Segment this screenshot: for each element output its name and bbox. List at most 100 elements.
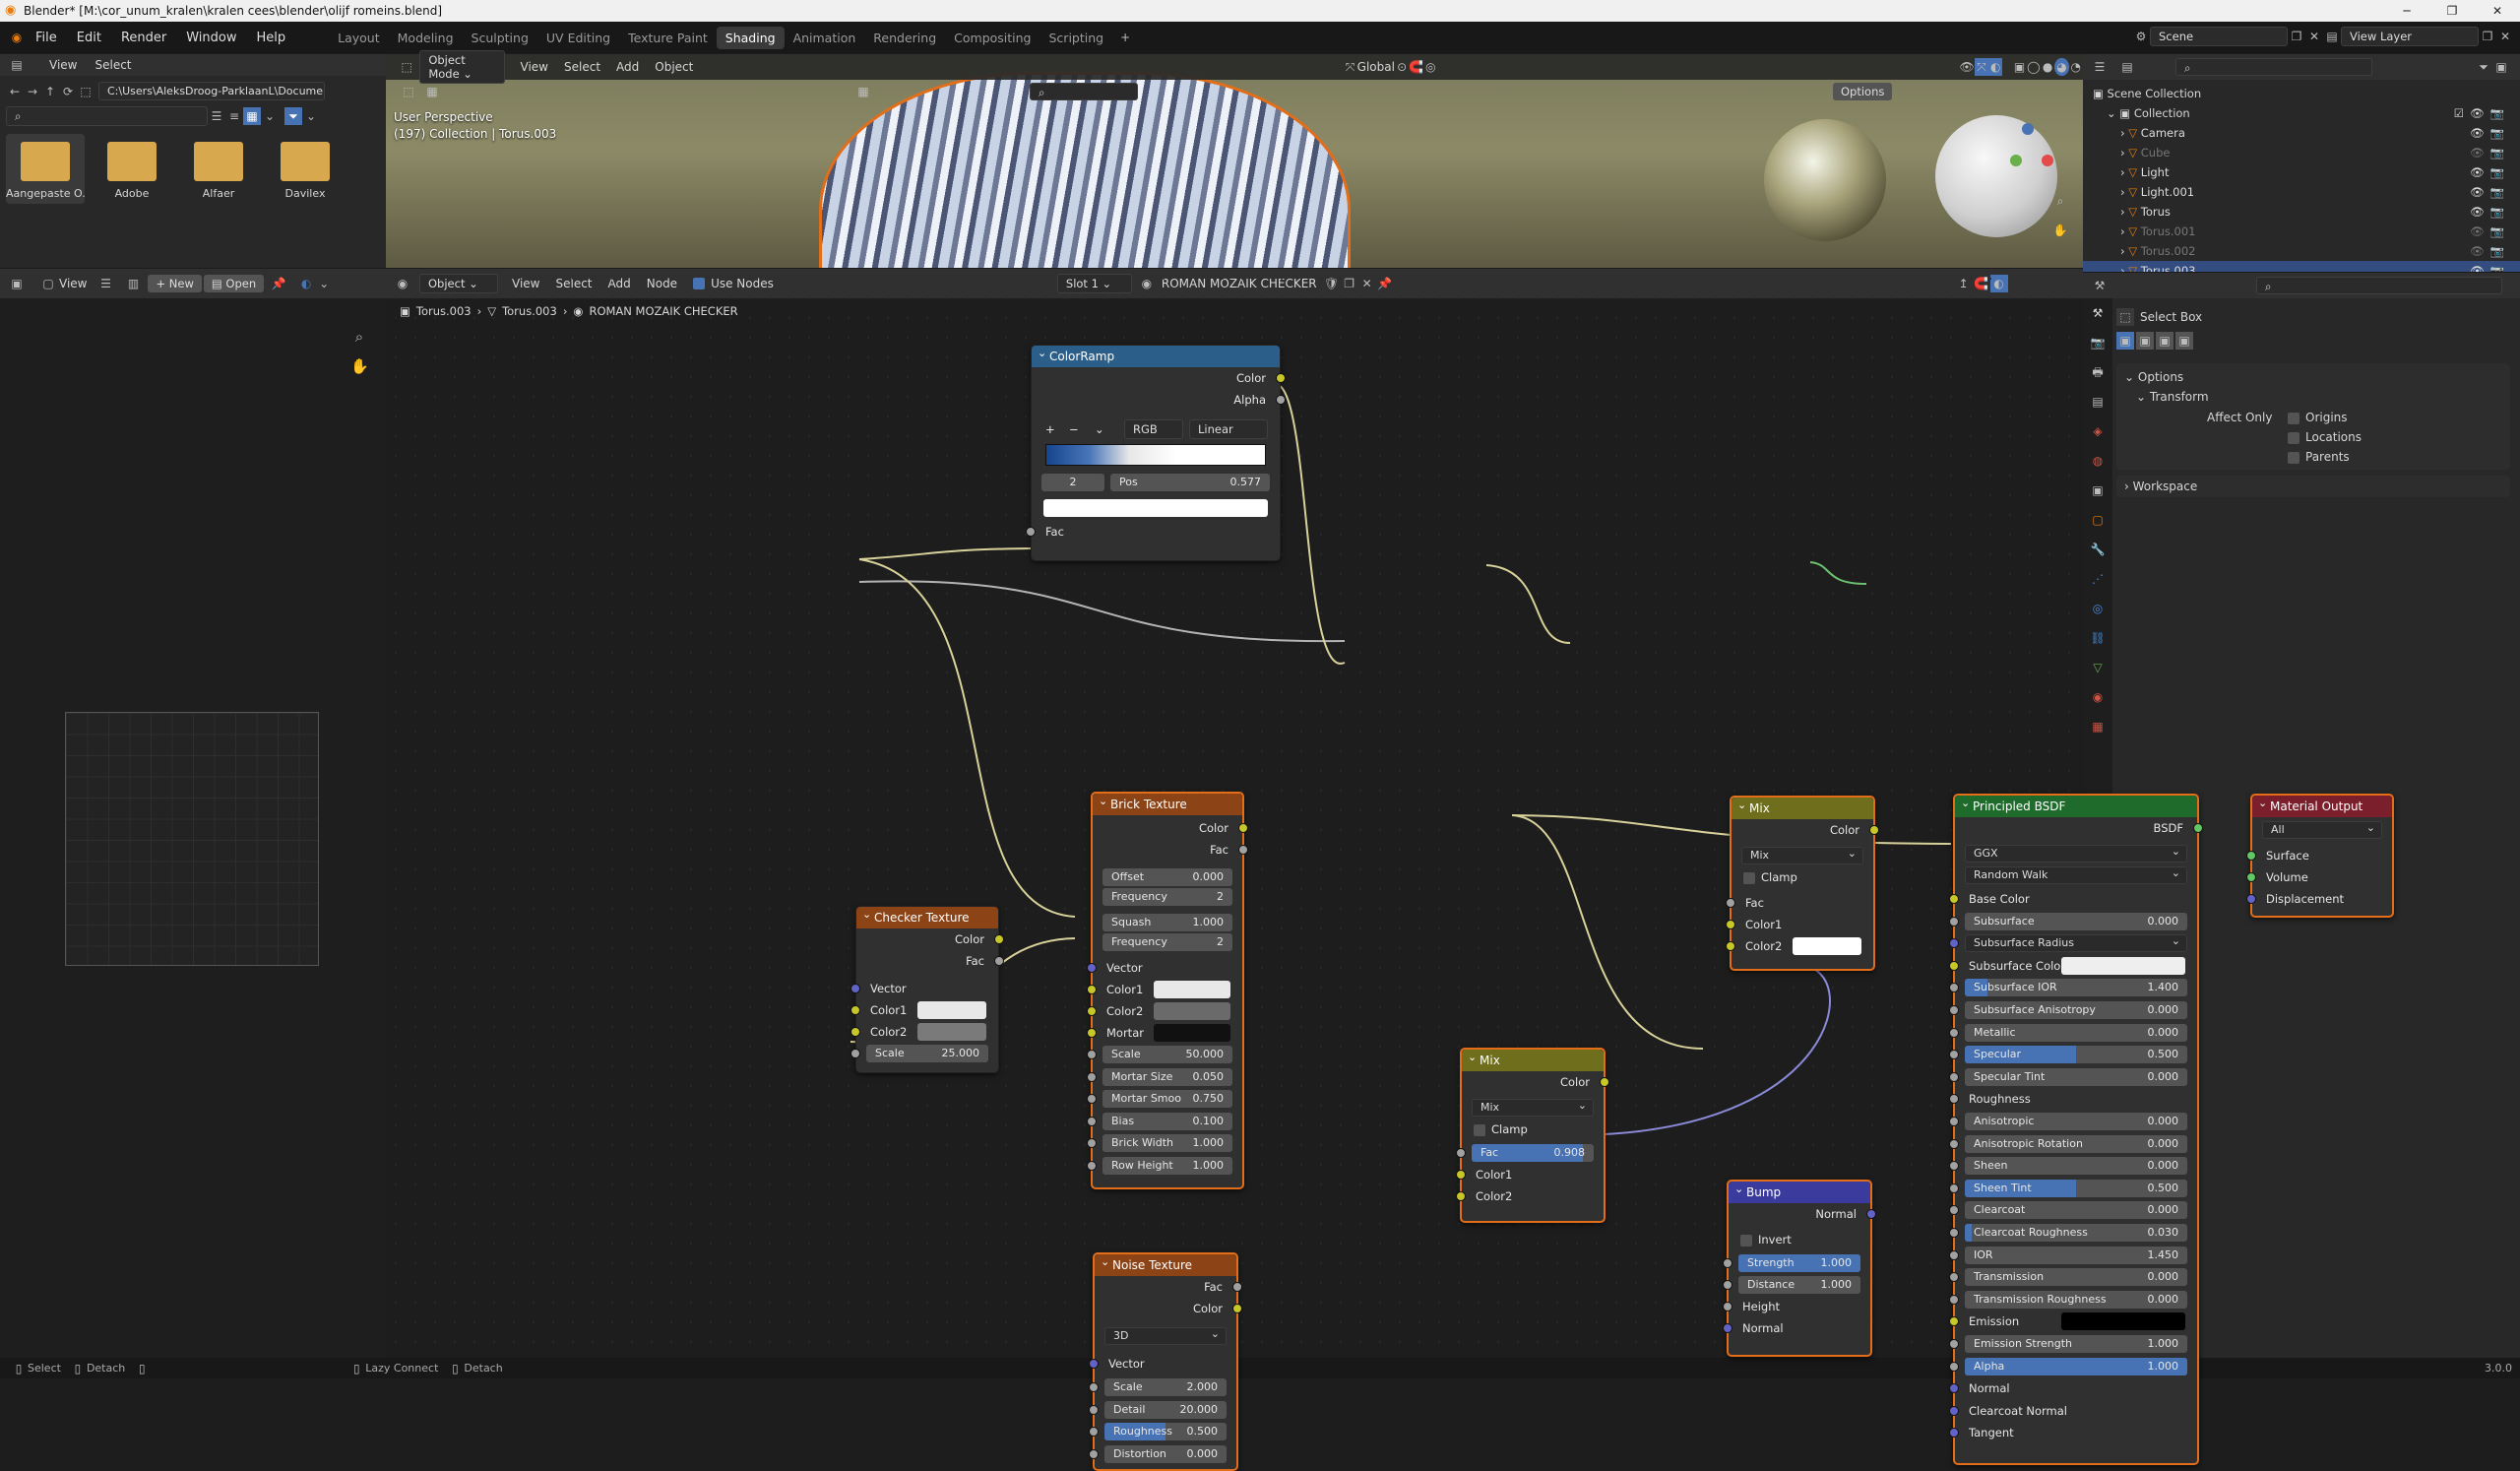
stop-color-swatch[interactable]: [1043, 499, 1268, 517]
outliner-item[interactable]: › ▽ Light.001 👁📷: [2083, 182, 2520, 202]
stop-index-field[interactable]: 2: [1041, 474, 1104, 491]
color-swatch[interactable]: [1793, 937, 1861, 955]
checker-texture-node-header[interactable]: Checker Texture: [856, 904, 998, 928]
options-button[interactable]: Options: [1833, 83, 1893, 100]
socket[interactable]: [850, 1049, 860, 1058]
particles-tab-icon[interactable]: ⋰: [2089, 570, 2107, 588]
delete-icon[interactable]: ✕: [2496, 28, 2514, 45]
bump-invert-checkbox[interactable]: [1740, 1234, 1752, 1247]
socket[interactable]: [1949, 1228, 1959, 1238]
outliner-item[interactable]: › ▽ Cube 👁📷: [2083, 143, 2520, 162]
refresh-icon[interactable]: ⟳: [59, 83, 77, 100]
locations-checkbox[interactable]: [2288, 431, 2300, 444]
workspace-panel[interactable]: › Workspace: [2116, 476, 2510, 497]
properties-search-input[interactable]: ⌕: [2256, 277, 2502, 294]
bsdf-value-field[interactable]: Metallic 0.000: [1965, 1023, 2187, 1042]
socket[interactable]: [994, 934, 1004, 944]
socket[interactable]: [1726, 920, 1735, 929]
collection-row[interactable]: ⌄ ▣ Collection ☑👁📷: [2083, 103, 2520, 123]
tab-texture-paint[interactable]: Texture Paint: [619, 27, 717, 49]
colorramp-node[interactable]: ColorRamp Color Alpha +−⌄ RGB Linear 2 Pos 0.577…: [1026, 343, 1286, 561]
transform-subpanel-header[interactable]: ⌄ Transform: [2124, 387, 2502, 407]
open-image-button[interactable]: ▤ Open: [203, 275, 265, 292]
origins-option[interactable]: Origins: [2288, 411, 2348, 424]
copy-icon[interactable]: ❐: [2479, 28, 2496, 45]
color-swatch[interactable]: [1154, 981, 1230, 998]
brick-param-field[interactable]: Bias 0.100: [1102, 1112, 1232, 1130]
socket[interactable]: [1949, 960, 1959, 971]
folder-item[interactable]: Alfaer: [179, 134, 258, 204]
socket[interactable]: [1087, 1160, 1097, 1171]
socket[interactable]: [1089, 1448, 1099, 1459]
socket[interactable]: [1087, 1028, 1097, 1038]
snap-icon[interactable]: 🧲: [1409, 58, 1423, 76]
forward-icon[interactable]: →: [24, 83, 41, 100]
tab-modeling[interactable]: Modeling: [389, 27, 463, 49]
socket[interactable]: [1600, 1077, 1609, 1087]
socket[interactable]: [2246, 872, 2256, 882]
brick-texture-node-header[interactable]: Brick Texture: [1093, 791, 1242, 815]
zoom-icon[interactable]: ⌕: [2051, 192, 2069, 210]
bsdf-value-field[interactable]: Specular 0.500: [1965, 1046, 2187, 1064]
socket[interactable]: [1949, 1339, 1959, 1349]
socket[interactable]: [1276, 395, 1286, 405]
outliner-item[interactable]: › ▽ Torus 👁📷: [2083, 202, 2520, 222]
node-editor[interactable]: ◉ Object ⌄ View Select Add Node Use Node…: [386, 268, 2394, 1471]
view-layer-name[interactable]: View Layer: [2341, 27, 2479, 46]
output-target-select[interactable]: All: [2262, 820, 2382, 839]
bsdf-value-field[interactable]: Transmission Roughness 0.000: [1965, 1290, 2187, 1309]
socket[interactable]: [1456, 1148, 1466, 1158]
socket[interactable]: [1087, 1050, 1097, 1059]
socket[interactable]: [850, 1027, 860, 1037]
menu-object[interactable]: Object: [655, 60, 693, 74]
tab-scripting[interactable]: Scripting: [1040, 27, 1113, 49]
bsdf-value-field[interactable]: Subsurface Anisotropy 0.000: [1965, 1001, 2187, 1019]
bsdf-value-field[interactable]: Specular Tint 0.000: [1965, 1067, 2187, 1086]
socket[interactable]: [1949, 1249, 1959, 1260]
socket[interactable]: [1089, 1427, 1099, 1437]
socket[interactable]: [1087, 1138, 1097, 1148]
chevron-right-icon[interactable]: ›: [2120, 146, 2125, 160]
stop-pos-field[interactable]: Pos 0.577: [1110, 474, 1270, 491]
socket[interactable]: [1726, 941, 1735, 951]
mix1-blend-select[interactable]: Mix: [1741, 846, 1863, 864]
visibility-icon[interactable]: 👁: [1960, 58, 1975, 76]
visibility-toggles[interactable]: 👁📷: [2470, 143, 2510, 162]
visibility-toggles[interactable]: 👁📷: [2470, 202, 2510, 222]
brick-param-field[interactable]: Mortar Size 0.050: [1102, 1067, 1232, 1086]
menu-render[interactable]: Render: [121, 31, 166, 45]
visibility-toggles[interactable]: 👁📷: [2470, 162, 2510, 182]
checker-scale-field[interactable]: Scale 25.000: [866, 1045, 988, 1062]
visibility-toggles[interactable]: 👁📷: [2470, 182, 2510, 202]
hamburger-icon[interactable]: ☰: [96, 275, 114, 292]
socket[interactable]: [1949, 1405, 1959, 1416]
mix1-clamp-checkbox[interactable]: [1743, 871, 1755, 884]
gizmo-icon[interactable]: ⤧: [1974, 58, 1989, 76]
collection-toggles[interactable]: ☑👁📷: [2454, 103, 2510, 123]
material-shading-icon[interactable]: ◕: [2054, 58, 2069, 76]
minimize-icon[interactable]: ─: [2384, 0, 2429, 22]
bsdf-value-field[interactable]: Sheen 0.000: [1965, 1157, 2187, 1176]
noise-param-field[interactable]: Scale 2.000: [1104, 1378, 1227, 1396]
menu-help[interactable]: Help: [257, 31, 286, 45]
folder-item[interactable]: Davilex: [266, 134, 345, 204]
solid-shading-icon[interactable]: ●: [2041, 58, 2054, 76]
close-icon[interactable]: ✕: [2475, 0, 2520, 22]
bsdf-value-field[interactable]: Anisotropic Rotation 0.000: [1965, 1134, 2187, 1153]
data-tab-icon[interactable]: ▽: [2089, 659, 2107, 676]
pivot-icon[interactable]: ⊙: [1395, 58, 1409, 76]
texture-tab-icon[interactable]: ▦: [2089, 718, 2107, 736]
chevron-right-icon[interactable]: ›: [2120, 165, 2125, 179]
transform-orientation-icon[interactable]: ⤧: [1343, 58, 1356, 76]
mix2-blend-select[interactable]: Mix: [1472, 1098, 1594, 1117]
pan-hand-icon[interactable]: ✋: [2051, 222, 2069, 239]
brick-param-field[interactable]: Row Height 1.000: [1102, 1156, 1232, 1175]
socket[interactable]: [2246, 851, 2256, 861]
material-output-node-header[interactable]: Material Output: [2252, 793, 2392, 817]
socket[interactable]: [1949, 1071, 1959, 1082]
editor-type-icon[interactable]: ▤: [8, 56, 26, 74]
bsdf-value-field[interactable]: Clearcoat Roughness 0.030: [1965, 1224, 2187, 1242]
noise-texture-node[interactable]: Noise Texture Fac Color 3D Vector Scale 2.000 D…: [1089, 1251, 1242, 1471]
add-stop-icon[interactable]: +: [1045, 418, 1055, 440]
select-new-icon[interactable]: ▣: [2116, 332, 2134, 350]
